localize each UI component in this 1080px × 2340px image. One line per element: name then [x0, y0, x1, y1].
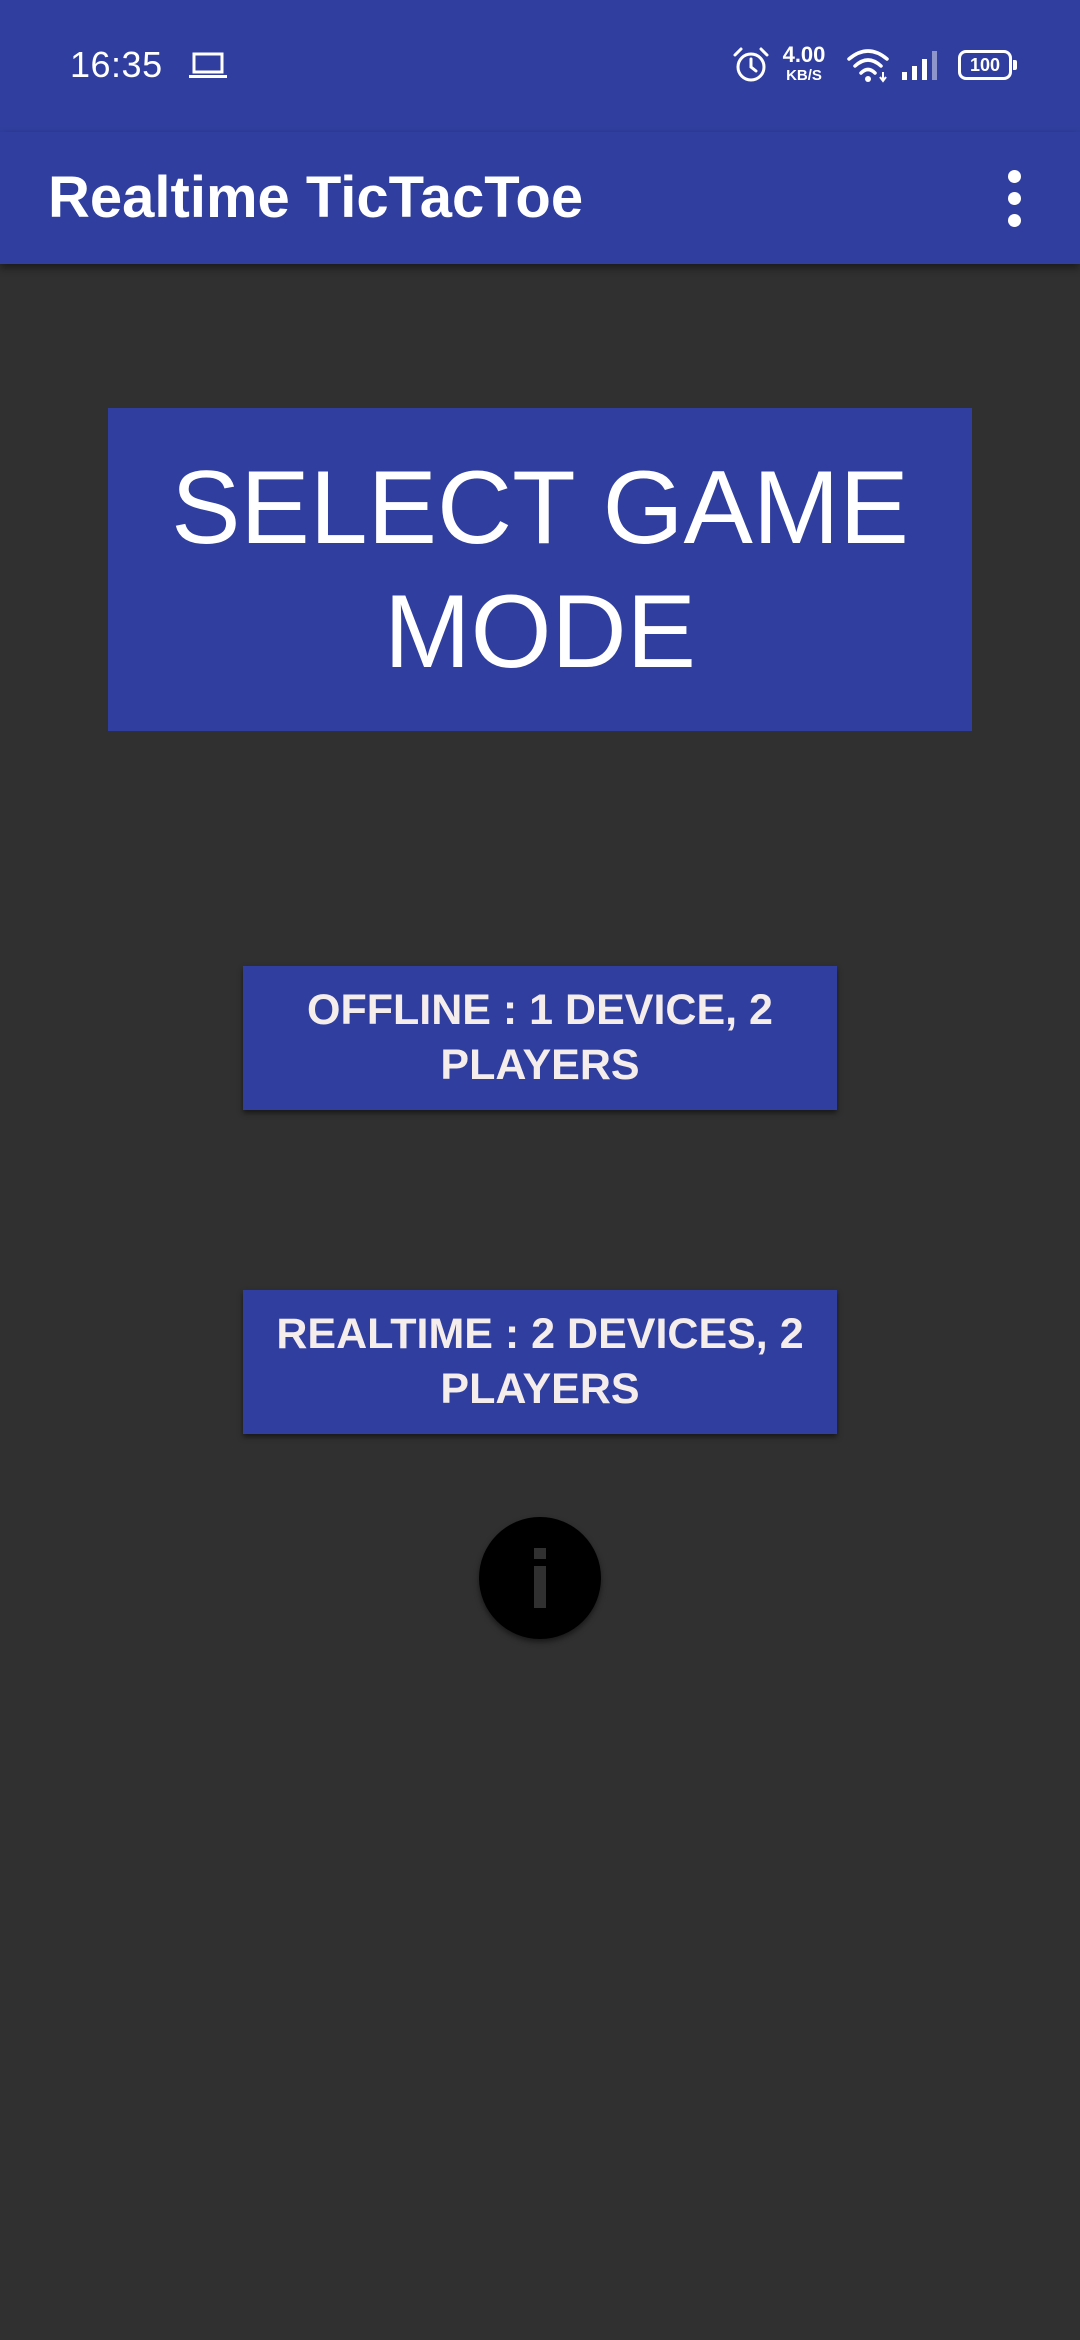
offline-mode-button[interactable]: OFFLINE : 1 DEVICE, 2 PLAYERS: [243, 966, 837, 1110]
signal-icon: [902, 51, 937, 80]
more-vert-icon[interactable]: [990, 152, 1038, 244]
app-title: Realtime TicTacToe: [48, 165, 584, 230]
app-bar: Realtime TicTacToe: [0, 132, 1080, 264]
network-speed: 4.00 KB/S: [778, 42, 830, 84]
wifi-icon: [847, 49, 889, 83]
alarm-icon: [733, 47, 769, 82]
info-button[interactable]: [479, 1517, 601, 1639]
realtime-mode-button[interactable]: REALTIME : 2 DEVICES, 2 PLAYERS: [243, 1290, 837, 1434]
select-game-mode-heading: SELECT GAME MODE: [108, 408, 972, 731]
network-speed-value: 4.00: [782, 42, 826, 67]
status-bar: 16:35 4.00 KB/S 100: [0, 0, 1080, 132]
network-speed-unit: KB/S: [786, 67, 822, 84]
laptop-icon: [189, 52, 227, 78]
battery-icon: 100: [958, 50, 1017, 80]
status-time: 16:35: [70, 44, 163, 85]
info-icon: [534, 1548, 546, 1608]
